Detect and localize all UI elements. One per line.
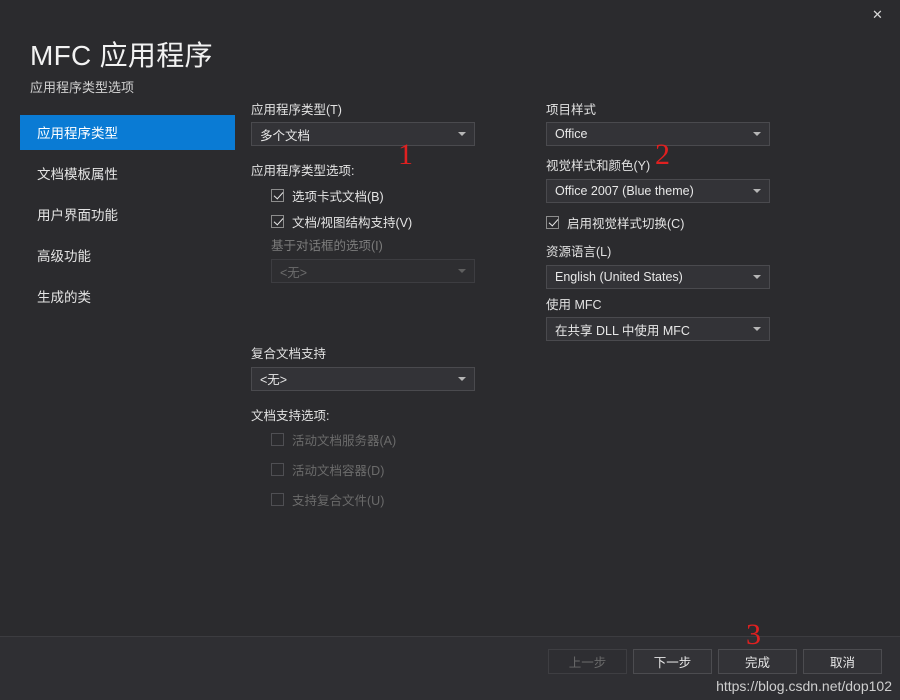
sidebar-item-label: 用户界面功能: [37, 208, 118, 224]
dialog-body: 应用程序类型 文档模板属性 用户界面功能 高级功能 生成的类 应用程序类型(T)…: [0, 96, 900, 636]
app-type-combobox[interactable]: 多个文档: [251, 122, 475, 147]
chevron-down-icon: [458, 132, 466, 137]
active-document-container-label: 活动文档容器(D): [292, 464, 385, 479]
compound-files-checkbox-row: 支持复合文件(U): [251, 490, 475, 510]
annotation-marker-3: 3: [746, 618, 761, 651]
doc-view-architecture-checkbox-row[interactable]: 文档/视图结构支持(V): [251, 211, 475, 231]
sidebar-item-ui-features[interactable]: 用户界面功能: [20, 197, 235, 232]
dialog-header: MFC 应用程序 应用程序类型选项: [0, 29, 900, 96]
dialog-based-options-combobox: <无>: [271, 259, 475, 284]
footer-button-row: 上一步 下一步 完成 取消: [548, 649, 882, 674]
enable-visual-style-switch-checkbox[interactable]: [546, 215, 559, 229]
project-style-label: 项目样式: [546, 102, 597, 117]
tabbed-documents-checkbox[interactable]: [271, 188, 284, 202]
sidebar-item-label: 应用程序类型: [37, 126, 118, 142]
sidebar-item-generated-classes[interactable]: 生成的类: [20, 279, 235, 314]
chevron-down-icon: [753, 132, 761, 137]
doc-view-architecture-checkbox[interactable]: [271, 214, 284, 228]
page-title: MFC 应用程序: [30, 40, 213, 71]
app-type-label: 应用程序类型(T): [251, 102, 342, 117]
compound-document-label: 复合文档支持: [251, 347, 327, 362]
chevron-down-icon: [753, 274, 761, 279]
resource-language-label: 资源语言(L): [546, 245, 612, 260]
resource-language-value: English (United States): [555, 269, 683, 284]
title-bar: ✕: [0, 0, 900, 29]
active-document-server-checkbox-row: 活动文档服务器(A): [251, 430, 475, 450]
sidebar-item-label: 生成的类: [37, 290, 91, 306]
doc-support-options-label: 文档支持选项:: [251, 408, 330, 423]
active-document-server-checkbox: [271, 433, 284, 447]
sidebar-item-doc-template-props[interactable]: 文档模板属性: [20, 156, 235, 191]
compound-files-label: 支持复合文件(U): [292, 494, 385, 509]
compound-document-value: <无>: [260, 373, 288, 388]
app-type-options-label: 应用程序类型选项:: [251, 164, 355, 179]
page-subtitle: 应用程序类型选项: [30, 79, 135, 95]
enable-visual-style-switch-label: 启用视觉样式切换(C): [567, 216, 685, 231]
sidebar-item-app-type[interactable]: 应用程序类型: [20, 114, 235, 150]
back-button: 上一步: [548, 649, 627, 674]
use-mfc-label: 使用 MFC: [546, 297, 602, 312]
chevron-down-icon: [753, 189, 761, 194]
cancel-button[interactable]: 取消: [803, 649, 882, 674]
chevron-down-icon: [753, 327, 761, 332]
tabbed-documents-checkbox-row[interactable]: 选项卡式文档(B): [251, 185, 475, 205]
project-style-value: Office: [555, 127, 588, 142]
next-button[interactable]: 下一步: [633, 649, 712, 674]
mfc-app-wizard-dialog: ✕ MFC 应用程序 应用程序类型选项 应用程序类型 文档模板属性 用户界面功能…: [0, 0, 900, 700]
active-document-container-checkbox: [271, 463, 284, 477]
sidebar-item-label: 高级功能: [37, 249, 91, 265]
compound-document-combobox[interactable]: <无>: [251, 366, 475, 391]
use-mfc-combobox[interactable]: 在共享 DLL 中使用 MFC: [546, 317, 770, 342]
doc-view-architecture-label: 文档/视图结构支持(V): [292, 215, 413, 230]
use-mfc-value: 在共享 DLL 中使用 MFC: [555, 323, 690, 338]
dialog-based-options-label: 基于对话框的选项(I): [271, 239, 383, 254]
tabbed-documents-label: 选项卡式文档(B): [292, 189, 384, 204]
finish-button[interactable]: 完成: [718, 649, 797, 674]
visual-style-combobox[interactable]: Office 2007 (Blue theme): [546, 179, 770, 204]
app-type-value: 多个文档: [260, 128, 311, 143]
active-document-server-label: 活动文档服务器(A): [292, 434, 397, 449]
annotation-marker-1: 1: [398, 138, 413, 171]
compound-files-checkbox: [271, 493, 284, 507]
active-document-container-checkbox-row: 活动文档容器(D): [251, 460, 475, 480]
annotation-marker-2: 2: [655, 138, 670, 171]
resource-language-combobox[interactable]: English (United States): [546, 264, 770, 289]
sidebar-item-label: 文档模板属性: [37, 167, 118, 183]
dialog-based-options-value: <无>: [280, 265, 308, 280]
left-options-column: 应用程序类型(T) 多个文档 应用程序类型选项: 选项卡式文档(B) 文档/视图…: [251, 103, 475, 516]
chevron-down-icon: [458, 269, 466, 274]
watermark-text: https://blog.csdn.net/dop102: [716, 678, 892, 694]
visual-style-value: Office 2007 (Blue theme): [555, 184, 694, 199]
enable-visual-style-switch-checkbox-row[interactable]: 启用视觉样式切换(C): [546, 212, 770, 232]
chevron-down-icon: [458, 376, 466, 381]
sidebar-item-advanced-features[interactable]: 高级功能: [20, 238, 235, 273]
close-icon[interactable]: ✕: [855, 0, 900, 29]
sidebar: 应用程序类型 文档模板属性 用户界面功能 高级功能 生成的类: [20, 114, 235, 320]
